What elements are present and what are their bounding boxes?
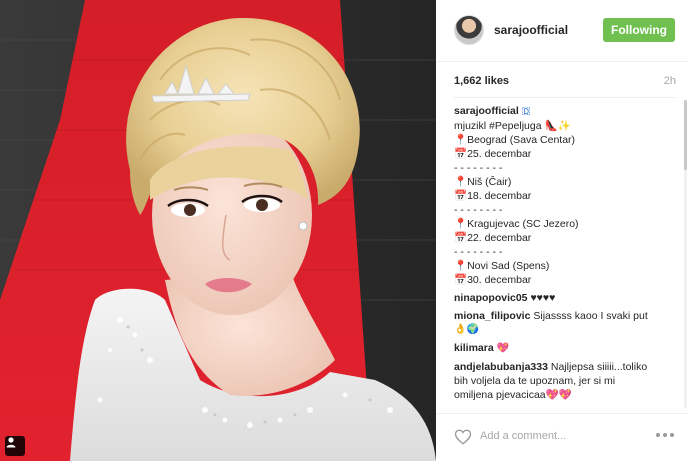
author-username[interactable]: sarajoofficial xyxy=(494,23,568,37)
photo-illustration xyxy=(0,0,436,461)
comment-item: miona_filipovic Sijassss kaoo I svaki pu… xyxy=(454,309,680,337)
post-side-panel: sarajoofficial Following 1,662 likes 2h … xyxy=(436,0,688,461)
heart-outline-icon[interactable] xyxy=(454,428,472,446)
caption-line: mjuzikl #Pepeljuga 👠✨ xyxy=(454,120,571,132)
caption-line: 📅30. decembar xyxy=(454,274,532,286)
user-tag-icon[interactable] xyxy=(5,436,25,456)
comments-scrollbar[interactable] xyxy=(684,100,687,408)
caption-flag-text: 🇩 xyxy=(521,106,531,117)
caption-line: 📅22. decembar xyxy=(454,232,532,244)
caption-line: 📍Niš (Čair) xyxy=(454,176,512,188)
dot xyxy=(670,433,674,437)
comments-list: sarajoofficial 🇩 mjuzikl #Pepeljuga 👠✨ 📍… xyxy=(454,104,680,410)
comment-text: 💖 xyxy=(496,343,510,354)
scrollbar-thumb[interactable] xyxy=(684,100,687,170)
dot xyxy=(656,433,660,437)
comment-text: 👌🌍 xyxy=(454,324,479,335)
comment-text: ♥♥♥♥ xyxy=(530,292,556,304)
comment-text: bih voljela da te upoznam, jer si mi xyxy=(454,375,616,387)
comment-item: kilimara 💖 xyxy=(454,341,680,356)
comment-item: ninapopovic05 ♥♥♥♥ xyxy=(454,291,680,305)
post-header: sarajoofficial Following xyxy=(436,0,688,62)
caption-line: 📍Kragujevac (SC Jezero) xyxy=(454,218,579,230)
add-comment-input[interactable] xyxy=(480,425,640,447)
comment-username[interactable]: ninapopovic05 xyxy=(454,292,528,304)
following-button[interactable]: Following xyxy=(603,18,675,42)
caption-separator: - - - - - - - - xyxy=(454,162,503,174)
comment-username[interactable]: andjelabubanja333 xyxy=(454,361,548,373)
caption-line: 📍Beograd (Sava Centar) xyxy=(454,134,576,146)
comment-username[interactable]: kilimara xyxy=(454,342,494,354)
comment-text: Sijassss kaoo I svaki put xyxy=(533,310,648,322)
comment-text: omiljena pjevacicaa💖💖 xyxy=(454,389,572,401)
caption-line: 📍Novi Sad (Spens) xyxy=(454,260,550,272)
avatar[interactable] xyxy=(454,15,484,45)
comment-item: andjelabubanja333 Najljepsa siiiii...tol… xyxy=(454,360,680,402)
more-options-icon[interactable] xyxy=(656,433,676,439)
post-time[interactable]: 2h xyxy=(664,75,676,87)
dot xyxy=(663,433,667,437)
caption-line: 📅18. decembar xyxy=(454,190,532,202)
divider xyxy=(454,97,676,98)
comment-text: Najljepsa siiiii...toliko xyxy=(550,361,648,373)
post-footer xyxy=(436,413,688,461)
likes-count[interactable]: 1,662 likes xyxy=(454,75,509,87)
post-photo[interactable] xyxy=(0,0,436,461)
post-meta: 1,662 likes 2h xyxy=(454,75,676,91)
caption-header-line: sarajoofficial 🇩 xyxy=(454,104,680,119)
comment-username[interactable]: miona_filipovic xyxy=(454,310,530,322)
caption-separator: - - - - - - - - xyxy=(454,204,503,216)
caption-username[interactable]: sarajoofficial xyxy=(454,105,519,117)
caption-line: 📅25. decembar xyxy=(454,148,532,160)
caption-separator: - - - - - - - - xyxy=(454,246,503,258)
